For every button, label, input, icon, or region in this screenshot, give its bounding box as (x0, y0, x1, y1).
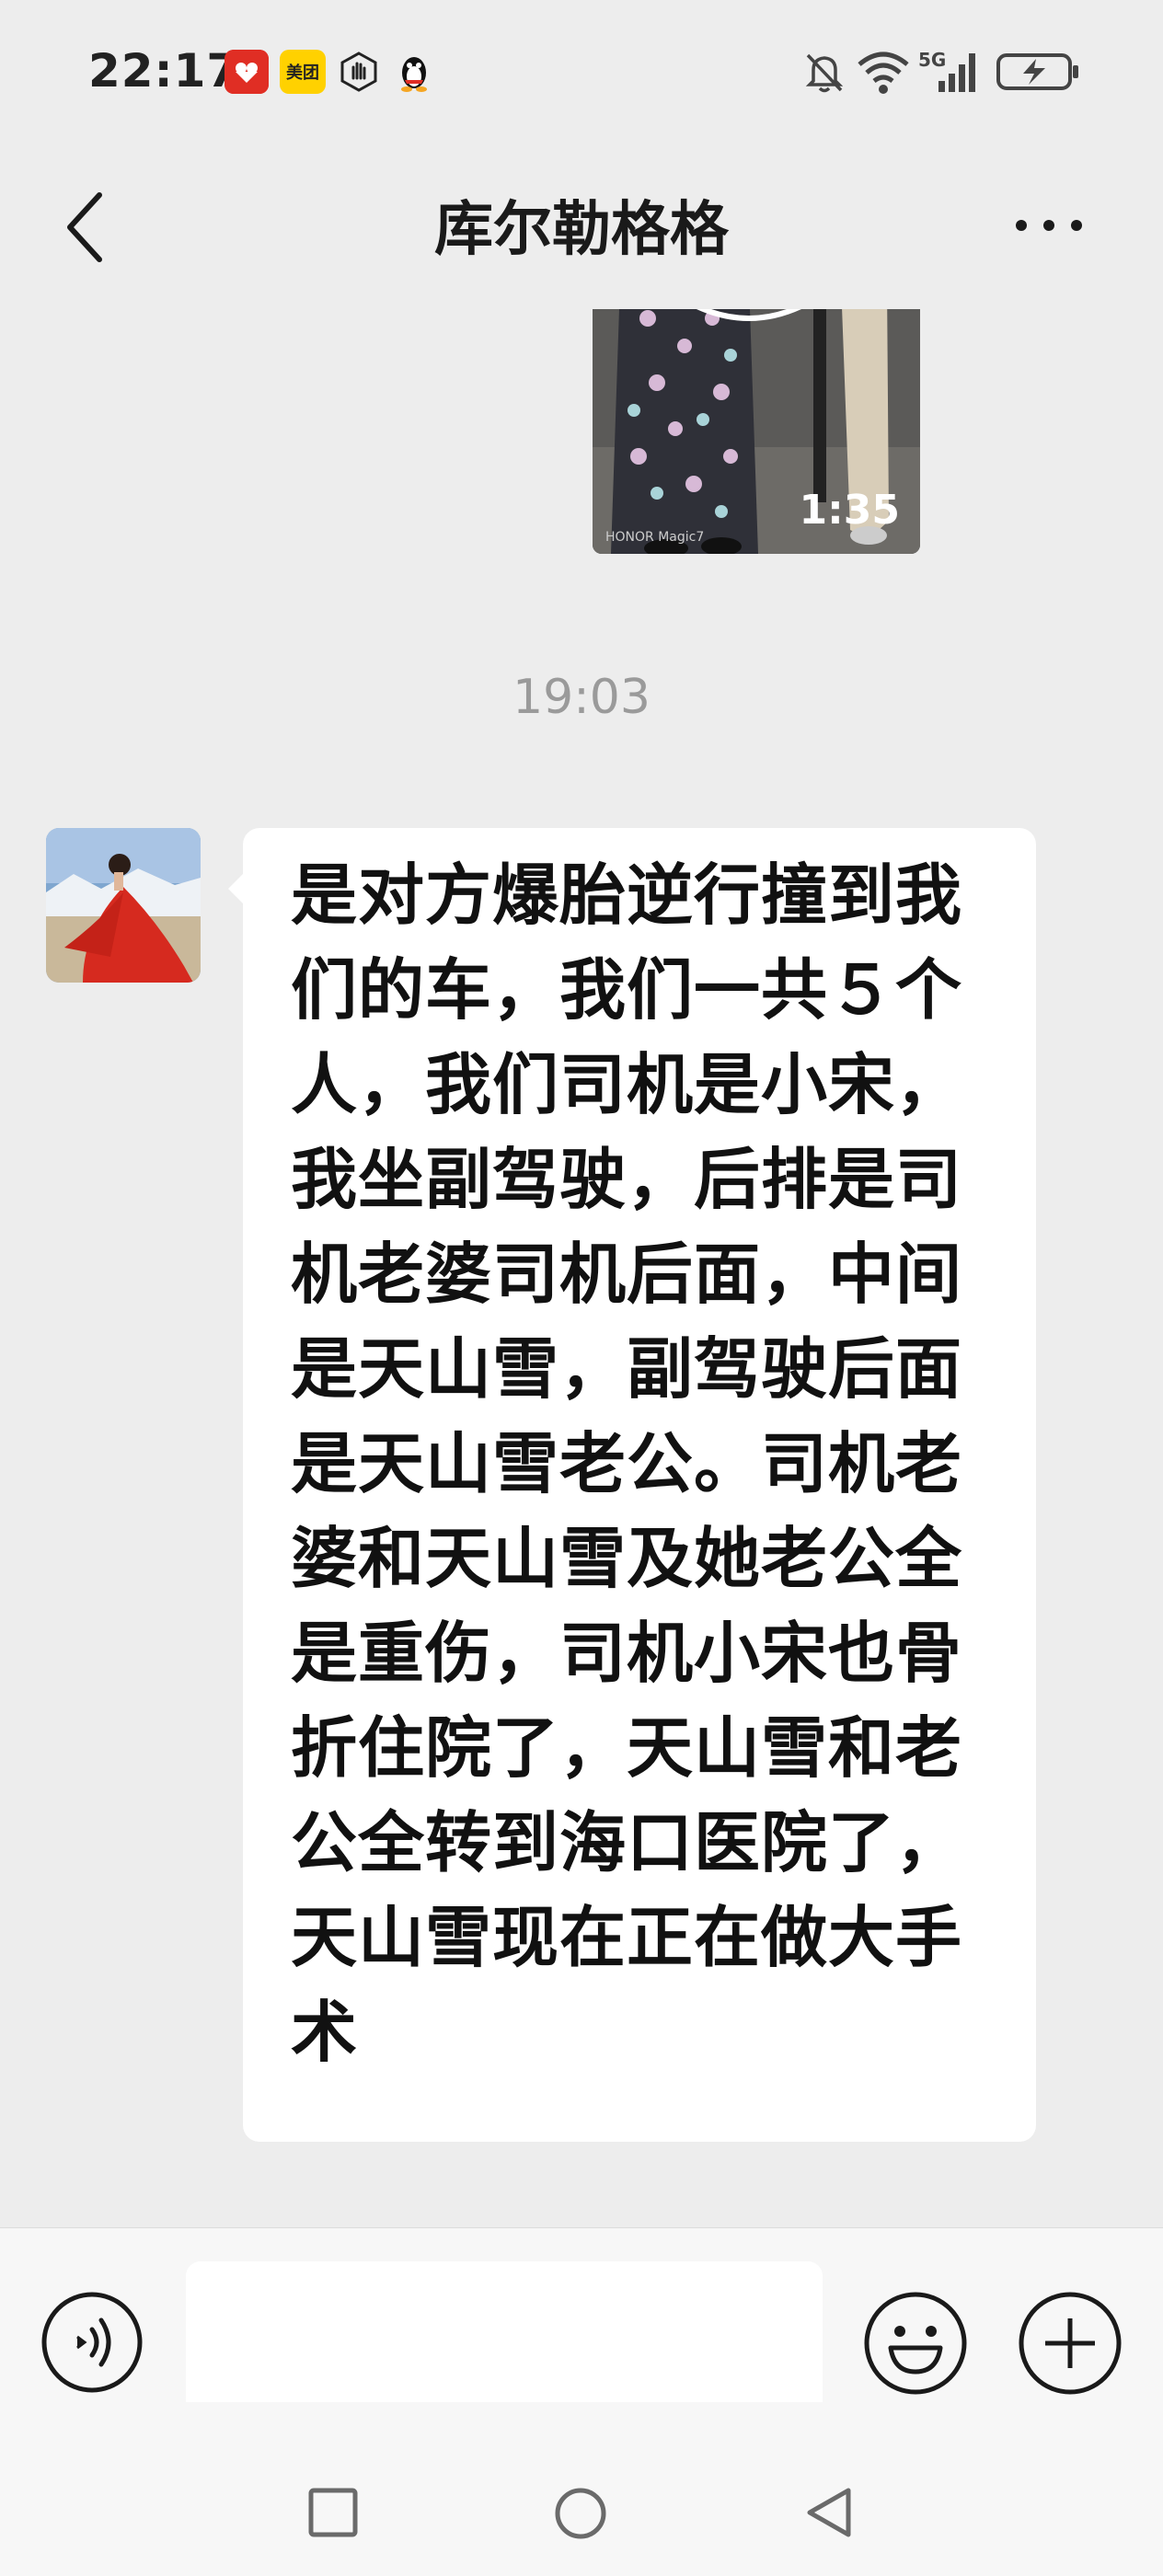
message-timestamp: 19:03 (512, 670, 651, 725)
pinduoduo-icon (225, 50, 269, 94)
input-bar (0, 2227, 1163, 2420)
video-message[interactable]: 1:35 HONOR Magic7 (593, 309, 920, 554)
message-line: 婆和天山雪及她老公全 (291, 1520, 963, 1597)
triangle-back-icon[interactable] (802, 2485, 854, 2540)
voice-icon[interactable] (40, 2291, 144, 2394)
bell-off-icon (800, 48, 848, 96)
meituan-icon: 美团 (280, 50, 326, 94)
avatar[interactable] (46, 828, 201, 983)
status-time: 22:17 (88, 44, 240, 98)
status-bar: 22:17 美团 5G (0, 0, 1163, 147)
network-label: 5G (918, 49, 946, 71)
message-line: 天山雪现在正在做大手 (291, 1899, 963, 1976)
video-duration: 1:35 (799, 487, 900, 534)
emoji-icon[interactable] (863, 2291, 968, 2396)
message-input[interactable] (186, 2261, 823, 2420)
chat-header: 库尔勒格格 (0, 147, 1163, 310)
message-line: 我坐副驾驶，后排是司 (291, 1141, 963, 1218)
message-bubble[interactable]: 是对方爆胎逆行撞到我 们的车，我们一共５个 人，我们司机是小宋， 我坐副驾驶，后… (243, 828, 1036, 2142)
message-line: 是天山雪，副驾驶后面 (291, 1330, 963, 1408)
signal-5g-icon: 5G (916, 48, 983, 96)
message-line: 们的车，我们一共５个 (291, 951, 963, 1029)
circle-icon[interactable] (554, 2487, 607, 2540)
more-dots-icon[interactable] (1012, 202, 1086, 248)
chat-area[interactable]: 1:35 HONOR Magic7 19:03 是对方爆胎逆行撞到我 们的车，我… (0, 309, 1163, 2227)
message-line: 机老婆司机后面，中间 (291, 1236, 963, 1313)
message-line: 是天山雪老公。司机老 (291, 1425, 963, 1502)
wifi-icon (856, 48, 911, 96)
hand-icon (337, 50, 381, 94)
video-watermark: HONOR Magic7 (605, 530, 705, 545)
square-icon[interactable] (307, 2487, 359, 2538)
message-line: 人，我们司机是小宋， (291, 1046, 963, 1123)
message-line: 折住院了，天山雪和老 (291, 1709, 963, 1787)
qq-penguin-icon (392, 50, 436, 94)
page-title: 库尔勒格格 (434, 196, 729, 264)
message-line: 是对方爆胎逆行撞到我 (291, 857, 963, 934)
message-line: 是重伤，司机小宋也骨 (291, 1615, 963, 1692)
message-line: 公全转到海口医院了， (291, 1804, 963, 1881)
message-line: 术 (291, 1994, 359, 2071)
battery-charging-icon (996, 48, 1080, 96)
system-nav-bar (0, 2402, 1163, 2576)
plus-circle-icon[interactable] (1018, 2291, 1123, 2396)
